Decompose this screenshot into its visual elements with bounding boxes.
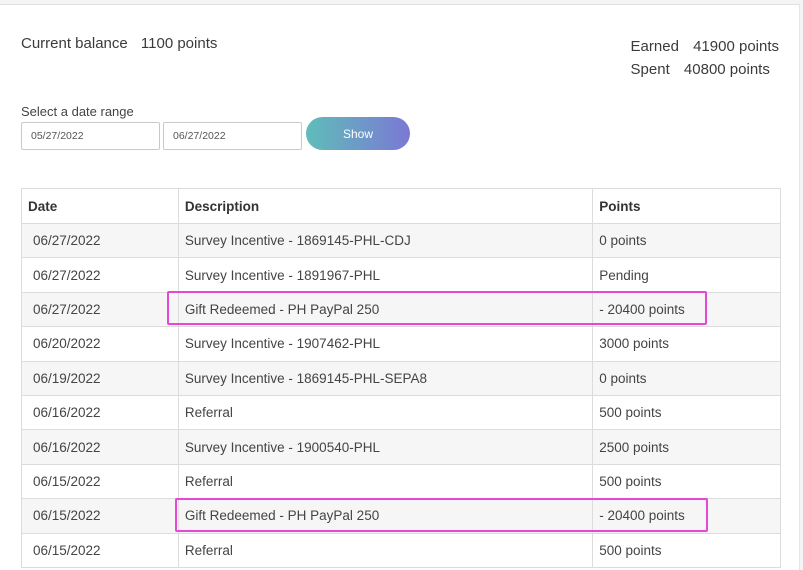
description-cell: Referral [177,394,594,431]
date-cell: 06/16/2022 [21,394,179,431]
description-cell: Survey Incentive - 1907462-PHL [177,326,594,362]
column-header-description: Description [177,188,594,224]
description-cell: Survey Incentive - 1891967-PHL [177,257,594,293]
date-cell: 06/15/2022 [21,463,179,500]
points-history-table: Date Description Points 06/27/2022 Surve… [21,188,781,568]
points-cell: 3000 points [592,326,781,362]
column-header-points: Points [592,188,781,224]
description-cell: Referral [177,532,594,568]
date-cell: 06/15/2022 [21,498,179,534]
date-cell: 06/27/2022 [21,222,179,259]
show-button[interactable]: Show [306,117,410,150]
balance-label: Current balance [21,35,128,52]
earned-label: Earned [630,38,679,55]
column-header-date: Date [21,188,179,224]
table-row: 06/19/2022 Survey Incentive - 1869145-PH… [21,360,781,396]
current-balance: Current balance 1100 points [21,35,217,52]
points-cell: 0 points [592,222,781,259]
earned-row: Earned 41900 points [631,35,779,58]
table-row: 06/15/2022 Gift Redeemed - PH PayPal 250… [21,498,781,534]
spent-value: 40800 points [683,61,770,78]
description-cell: Survey Incentive - 1869145-PHL-SEPA8 [177,360,594,396]
date-cell: 06/19/2022 [21,360,179,396]
points-cell: 500 points [592,463,781,500]
points-cell: - 20400 points [592,291,781,328]
start-date-input[interactable] [21,122,160,150]
points-cell: 0 points [592,360,781,396]
description-cell: Survey Incentive - 1900540-PHL [177,429,594,465]
balance-value: 1100 points [140,35,218,52]
points-cell: 2500 points [592,429,781,465]
date-cell: 06/20/2022 [21,326,179,362]
table-row: 06/16/2022 Referral 500 points [21,394,781,431]
description-cell: Gift Redeemed - PH PayPal 250 [177,291,594,328]
end-date-input[interactable] [163,122,302,150]
table-row: 06/27/2022 Survey Incentive - 1891967-PH… [21,257,781,293]
date-cell: 06/27/2022 [21,257,179,293]
spent-label: Spent [630,61,670,78]
table-row: 06/27/2022 Survey Incentive - 1869145-PH… [21,222,781,259]
date-cell: 06/16/2022 [21,429,179,465]
date-cell: 06/27/2022 [21,291,179,328]
points-cell: Pending [592,257,781,293]
points-stats: Earned 41900 points Spent 40800 points [631,35,779,81]
points-cell: 500 points [592,394,781,431]
date-cell: 06/15/2022 [21,532,179,568]
table-row: 06/15/2022 Referral 500 points [21,532,781,568]
date-range-label: Select a date range [21,104,134,119]
description-cell: Gift Redeemed - PH PayPal 250 [177,498,594,534]
table-row: 06/15/2022 Referral 500 points [21,463,781,500]
description-cell: Referral [177,463,594,500]
table-row: 06/16/2022 Survey Incentive - 1900540-PH… [21,429,781,465]
table-header-row: Date Description Points [21,188,781,224]
table-row: 06/27/2022 Gift Redeemed - PH PayPal 250… [21,291,781,328]
description-cell: Survey Incentive - 1869145-PHL-CDJ [177,222,594,259]
points-cell: 500 points [592,532,781,568]
earned-value: 41900 points [693,38,779,55]
table-row: 06/20/2022 Survey Incentive - 1907462-PH… [21,326,781,362]
spent-row: Spent 40800 points [631,58,779,81]
points-cell: - 20400 points [592,498,781,534]
points-history-panel: Current balance 1100 points Earned 41900… [0,4,800,570]
